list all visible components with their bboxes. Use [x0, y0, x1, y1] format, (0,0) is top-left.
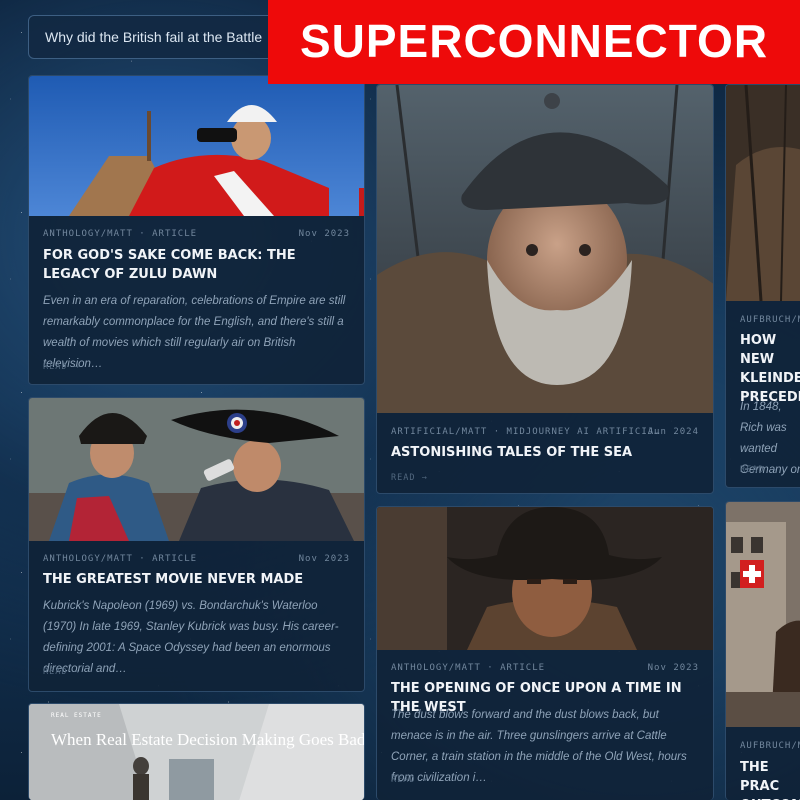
article-title[interactable]: ASTONISHING TALES OF THE SEA [391, 443, 699, 462]
page: { "search": { "query": "Why did the Brit… [0, 0, 800, 800]
overlay-title[interactable]: When Real Estate Decision Making Goes Ba… [51, 730, 364, 750]
article-thumbnail [29, 398, 364, 541]
overlay-kicker: REAL ESTATE [51, 712, 102, 719]
article-category: ANTHOLOGY/MATT · ARTICLE [43, 229, 198, 239]
article-card-real-estate[interactable]: REAL ESTATE When Real Estate Decision Ma… [28, 703, 365, 800]
article-title[interactable]: THE PRAC OUTCOME [740, 758, 800, 800]
article-thumbnail [377, 85, 713, 413]
banner-text: SUPERCONNECTOR [299, 15, 769, 67]
article-card-kleindeut[interactable]: AUFBRUCH/MATT HOW NEW KLEINDEUT PRECEDED… [725, 84, 800, 488]
article-thumbnail [377, 507, 713, 650]
article-meta: ANTHOLOGY/MATT · ARTICLE Nov 2023 [43, 229, 350, 239]
article-category: ARTIFICIAL/MATT · MIDJOURNEY AI ARTIFICI… [391, 427, 661, 437]
article-date: Nov 2023 [298, 554, 350, 564]
article-category: AUFBRUCH/MATT [740, 315, 800, 325]
article-date: Nov 2023 [647, 663, 699, 673]
article-date: Jun 2024 [647, 427, 699, 437]
article-meta: ANTHOLOGY/MATT · ARTICLE Nov 2023 [391, 663, 699, 673]
article-card-tales-of-the-sea[interactable]: ARTIFICIAL/MATT · MIDJOURNEY AI ARTIFICI… [376, 84, 714, 494]
read-link[interactable]: READ → [391, 775, 428, 785]
superconnector-banner: SUPERCONNECTOR [268, 0, 800, 84]
article-excerpt: Even in an era of reparation, celebratio… [43, 295, 346, 370]
article-card-practical-outcome[interactable]: AUFBRUCH/MATT THE PRAC OUTCOME [725, 501, 800, 800]
article-date: Nov 2023 [298, 229, 350, 239]
article-thumbnail [726, 85, 800, 301]
read-link[interactable]: READ → [43, 362, 80, 372]
article-category: ANTHOLOGY/MATT · ARTICLE [43, 554, 198, 564]
article-excerpt: The dust blows forward and the dust blow… [391, 709, 687, 784]
article-thumbnail [29, 76, 364, 216]
article-card-greatest-movie[interactable]: ANTHOLOGY/MATT · ARTICLE Nov 2023 THE GR… [28, 397, 365, 692]
article-title[interactable]: HOW NEW KLEINDEUT PRECEDED [740, 331, 800, 407]
article-card-zulu-dawn[interactable]: ANTHOLOGY/MATT · ARTICLE Nov 2023 FOR GO… [28, 75, 365, 385]
article-category: AUFBRUCH/MATT [740, 741, 800, 751]
article-title[interactable]: FOR GOD'S SAKE COME BACK: THE LEGACY OF … [43, 246, 350, 284]
article-excerpt: Kubrick's Napoleon (1969) vs. Bondarchuk… [43, 600, 339, 675]
article-thumbnail [726, 502, 800, 727]
article-meta: ANTHOLOGY/MATT · ARTICLE Nov 2023 [43, 554, 350, 564]
article-title[interactable]: THE GREATEST MOVIE NEVER MADE [43, 570, 350, 589]
search-query: Why did the British fail at the Battle [45, 29, 263, 45]
read-link[interactable]: READ → [43, 667, 80, 677]
read-link[interactable]: READ → [391, 473, 428, 483]
article-meta: ARTIFICIAL/MATT · MIDJOURNEY AI ARTIFICI… [391, 427, 699, 437]
article-card-once-upon-a-time[interactable]: ANTHOLOGY/MATT · ARTICLE Nov 2023 THE OP… [376, 506, 714, 800]
read-link[interactable]: READ → [740, 465, 777, 475]
article-category: ANTHOLOGY/MATT · ARTICLE [391, 663, 546, 673]
